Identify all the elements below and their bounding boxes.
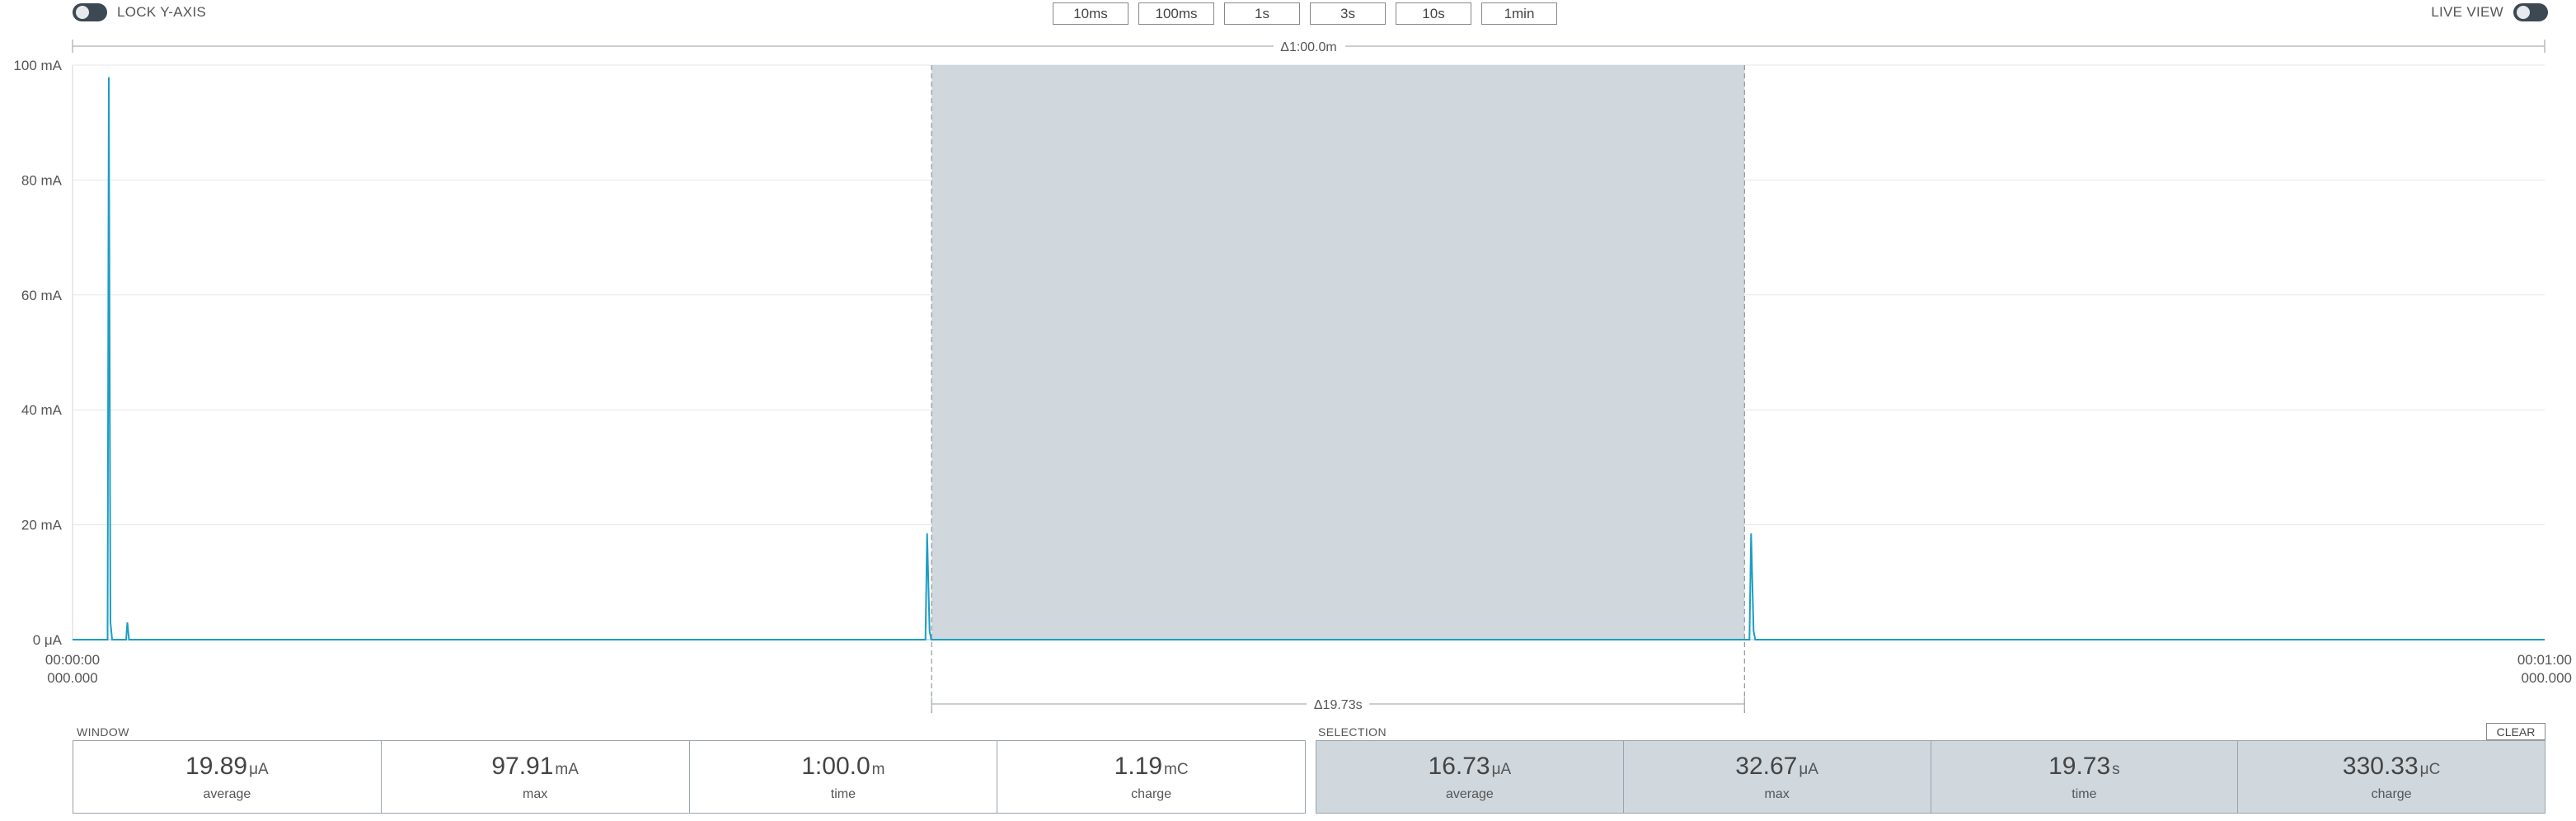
current-chart[interactable]: 100 mA 80 mA 60 mA 40 mA 20 mA 0 μA Δ1:00.0m Δ1… bbox=[0, 0, 2576, 725]
window-charge-value: 1.19 bbox=[1114, 752, 1163, 780]
selection-charge-unit: μC bbox=[2419, 760, 2441, 778]
selection-stats-panel: SELECTION CLEAR 16.73 μA average 32.67 μA … bbox=[1316, 723, 2546, 818]
selection-charge-cell: 330.33 μC charge bbox=[2238, 741, 2545, 813]
selection-time-cell: 19.73 s time bbox=[1931, 741, 2239, 813]
selection-average-value: 16.73 bbox=[1428, 752, 1490, 780]
selection-average-label: average bbox=[1445, 786, 1494, 801]
window-stats-title: WINDOW bbox=[77, 725, 129, 739]
window-duration-label: Δ1:00.0m bbox=[1280, 40, 1337, 54]
selection-duration-label: Δ19.73s bbox=[1314, 698, 1363, 712]
selection-max-unit: μA bbox=[1799, 760, 1818, 778]
selection-charge-label: charge bbox=[2371, 786, 2412, 801]
window-average-label: average bbox=[203, 786, 251, 801]
window-time-cell: 1:00.0 m time bbox=[690, 741, 998, 813]
window-stats-panel: WINDOW 19.89 μA average 97.91 mA max 1:00.… bbox=[73, 725, 1306, 818]
y-tick-label: 0 μA bbox=[33, 632, 63, 648]
selection-average-unit: μA bbox=[1491, 760, 1512, 778]
chart-svg[interactable]: 100 mA 80 mA 60 mA 40 mA 20 mA 0 μA Δ1:00.0m Δ1… bbox=[0, 0, 2576, 725]
x-start-ms-label: 000.000 bbox=[47, 670, 97, 686]
y-tick-label: 80 mA bbox=[21, 172, 63, 188]
x-end-time-label: 00:01:00 bbox=[2517, 652, 2572, 668]
y-tick-label: 100 mA bbox=[13, 58, 62, 73]
window-max-value: 97.91 bbox=[491, 752, 554, 780]
selection-average-cell: 16.73 μA average bbox=[1316, 741, 1624, 813]
selection-max-value: 32.67 bbox=[1735, 752, 1798, 780]
selection-stats-title: SELECTION bbox=[1318, 725, 1387, 739]
selection-max-cell: 32.67 μA max bbox=[1624, 741, 1931, 813]
window-max-label: max bbox=[523, 786, 548, 801]
y-tick-label: 40 mA bbox=[21, 402, 63, 418]
window-time-value: 1:00.0 bbox=[801, 752, 870, 780]
window-time-unit: m bbox=[871, 760, 885, 778]
window-max-cell: 97.91 mA max bbox=[382, 741, 690, 813]
x-end-ms-label: 000.000 bbox=[2522, 670, 2572, 686]
clear-selection-button[interactable]: CLEAR bbox=[2486, 723, 2546, 740]
selection-region bbox=[931, 65, 1745, 640]
y-tick-label: 60 mA bbox=[21, 288, 63, 303]
selection-max-label: max bbox=[1764, 786, 1790, 801]
window-max-unit: mA bbox=[555, 760, 579, 778]
window-average-cell: 19.89 μA average bbox=[73, 741, 382, 813]
window-average-value: 19.89 bbox=[185, 752, 248, 780]
selection-time-value: 19.73 bbox=[2048, 752, 2111, 780]
window-stats-row: 19.89 μA average 97.91 mA max 1:00.0 m time… bbox=[73, 740, 1306, 814]
selection-stats-row: 16.73 μA average 32.67 μA max 19.73 s time … bbox=[1316, 740, 2546, 814]
selection-time-unit: s bbox=[2112, 760, 2120, 778]
selection-time-label: time bbox=[2072, 786, 2097, 801]
window-average-unit: μA bbox=[249, 760, 269, 778]
window-time-label: time bbox=[830, 786, 856, 801]
window-charge-unit: mC bbox=[1164, 760, 1189, 778]
selection-charge-value: 330.33 bbox=[2342, 752, 2419, 780]
y-tick-label: 20 mA bbox=[21, 518, 63, 533]
window-charge-label: charge bbox=[1131, 786, 1172, 801]
window-charge-cell: 1.19 mC charge bbox=[997, 741, 1305, 813]
x-start-time-label: 00:00:00 bbox=[45, 652, 100, 668]
